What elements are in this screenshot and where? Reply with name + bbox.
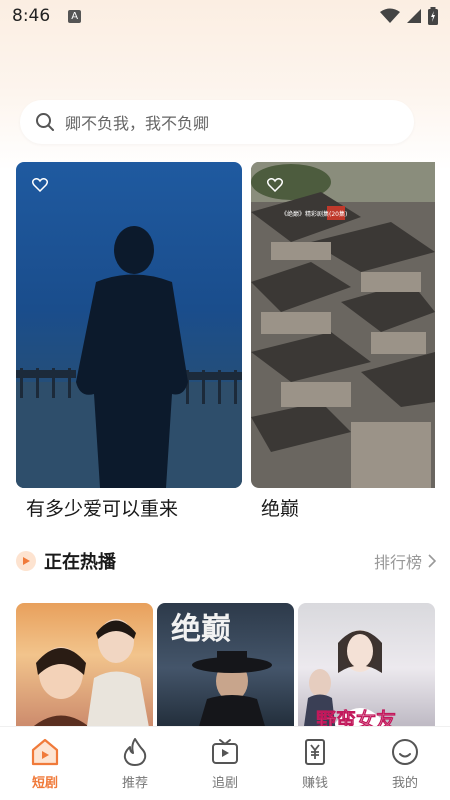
- yen-scroll-icon: [305, 739, 325, 765]
- search-icon: [36, 113, 54, 131]
- featured-card-2[interactable]: 《绝巅》精彩剧集(20集): [251, 162, 435, 488]
- ranking-label: 排行榜: [373, 553, 422, 572]
- tab-label: 赚钱: [301, 776, 328, 791]
- tab-mine[interactable]: 我的: [370, 737, 440, 791]
- poster-caption: 《绝巅》精彩剧集(20集): [281, 210, 347, 218]
- battery-icon: [428, 7, 438, 25]
- bottom-tab-bar: 短剧 推荐 追剧 赚钱 我的: [0, 726, 450, 800]
- status-bar: 8:46 A: [0, 0, 450, 32]
- search-placeholder: 卿不负我，我不负卿: [65, 114, 210, 133]
- tab-follow[interactable]: 追剧: [190, 737, 260, 791]
- status-time: 8:46: [12, 6, 51, 26]
- poster-image: 绝巅: [171, 612, 272, 733]
- poster-image: [16, 226, 242, 488]
- tab-label: 我的: [391, 776, 418, 791]
- tab-label: 推荐: [121, 776, 148, 791]
- tab-label: 短剧: [31, 776, 58, 791]
- hot-drama-card[interactable]: 野蛮女友: [298, 603, 435, 733]
- status-icons: [380, 7, 438, 25]
- wifi-icon: [380, 8, 400, 23]
- poster-title-text: 绝巅: [171, 612, 231, 647]
- featured-title-2[interactable]: 绝巅: [261, 494, 299, 521]
- poster-image: [26, 619, 150, 733]
- hot-drama-card[interactable]: 绝巅: [157, 603, 294, 733]
- section-title: 正在热播: [44, 552, 116, 573]
- play-icon: [16, 551, 36, 571]
- tab-recommend[interactable]: 推荐: [100, 737, 170, 791]
- poster-image: 野蛮女友: [303, 630, 396, 733]
- poster-image: 《绝巅》精彩剧集(20集): [251, 162, 435, 488]
- tab-short-drama[interactable]: 短剧: [10, 737, 80, 791]
- featured-title-1[interactable]: 有多少爱可以重来: [26, 494, 178, 521]
- tab-earn[interactable]: 赚钱: [280, 737, 350, 791]
- hot-drama-card[interactable]: [16, 603, 153, 733]
- signal-icon: [407, 9, 421, 23]
- notification-a-icon: A: [68, 9, 82, 23]
- featured-card-1[interactable]: [16, 162, 242, 488]
- smile-face-icon: [392, 739, 418, 765]
- flame-icon: [123, 738, 147, 766]
- ranking-link[interactable]: 排行榜: [374, 549, 436, 573]
- search-bar[interactable]: 卿不负我，我不负卿: [20, 100, 414, 144]
- hot-section-header: 正在热播 排行榜: [16, 546, 436, 576]
- favorite-heart-icon[interactable]: [267, 178, 283, 192]
- favorite-heart-icon[interactable]: [32, 178, 48, 192]
- home-icon: [31, 738, 59, 766]
- tab-label: 追剧: [211, 776, 238, 791]
- tv-play-icon: [212, 739, 238, 764]
- chevron-right-icon: [428, 554, 436, 568]
